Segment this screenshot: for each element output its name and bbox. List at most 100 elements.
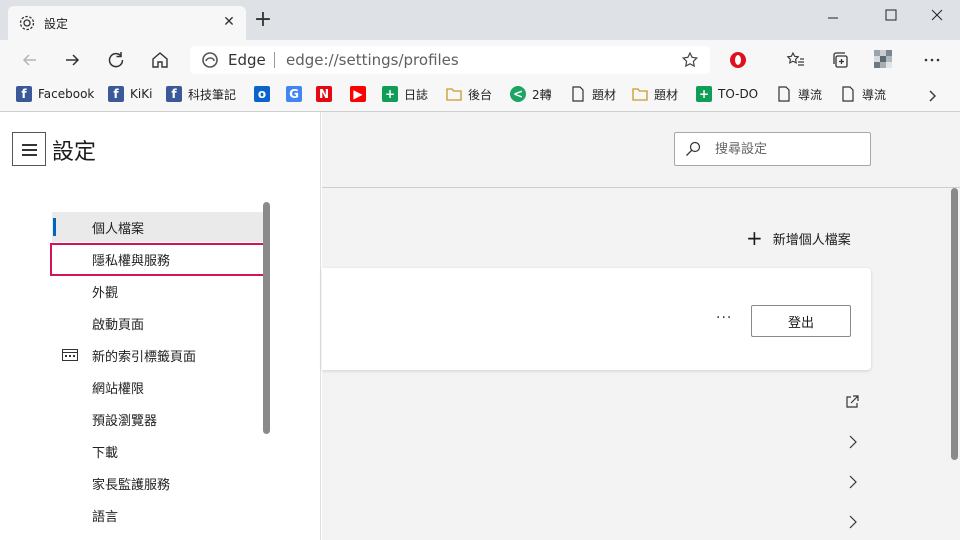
- bookmark-item[interactable]: 後台: [446, 83, 492, 105]
- url-text[interactable]: edge://settings/profiles: [286, 51, 459, 69]
- plus-icon: +: [746, 226, 763, 250]
- sidebar-item-label: 個人檔案: [92, 221, 145, 237]
- gear-icon: [18, 14, 36, 32]
- sidebar-item-downloads[interactable]: 下載: [52, 436, 263, 466]
- external-link-icon[interactable]: [842, 392, 862, 412]
- bookmark-label: 2轉: [532, 87, 552, 102]
- opera-extension-icon[interactable]: [724, 46, 752, 74]
- tab-close-button[interactable]: ✕: [220, 13, 238, 31]
- youtube-icon: ▶: [350, 86, 366, 102]
- bookmark-label: TO-DO: [718, 87, 759, 101]
- bookmark-item[interactable]: o: [254, 83, 276, 105]
- bookmark-item[interactable]: 題材: [632, 83, 678, 105]
- facebook-icon: f: [166, 86, 182, 102]
- refresh-button[interactable]: [102, 46, 130, 74]
- bookmark-item[interactable]: N: [316, 83, 338, 105]
- bookmark-item[interactable]: ▶: [350, 83, 372, 105]
- forward-button[interactable]: [58, 46, 86, 74]
- sidebar-item-new-tab-page[interactable]: 新的索引標籤頁面: [52, 340, 263, 370]
- bookmark-label: 後台: [468, 87, 493, 102]
- favorites-icon[interactable]: [782, 46, 810, 74]
- sidebar-item-label: 新的索引標籤頁面: [92, 349, 197, 365]
- chevron-right-icon[interactable]: [842, 512, 862, 532]
- sidebar-item-profiles[interactable]: 個人檔案: [52, 212, 263, 242]
- omnibox-separator: [274, 52, 275, 68]
- add-profile-label: 新增個人檔案: [772, 232, 851, 248]
- translate-icon: G: [286, 86, 302, 102]
- bookmark-item[interactable]: f 科技筆記: [166, 83, 236, 105]
- window-close-button[interactable]: [922, 4, 952, 28]
- sidebar-item-default-browser[interactable]: 預設瀏覽器: [52, 404, 263, 434]
- profile-avatar[interactable]: [870, 46, 898, 74]
- page-title: 設定: [52, 140, 97, 165]
- bookmark-label: 科技筆記: [188, 87, 237, 102]
- sidebar-item-languages[interactable]: 語言: [52, 500, 263, 530]
- new-tab-button[interactable]: +: [252, 9, 274, 32]
- minimize-button[interactable]: [818, 4, 848, 28]
- sidebar-scrollbar[interactable]: [263, 202, 270, 434]
- sidebar-item-label: 語言: [92, 509, 119, 525]
- sidebar-item-label: 外觀: [92, 285, 119, 301]
- sidebar-item-label: 家長監護服務: [92, 477, 171, 493]
- bookmark-item[interactable]: 導流: [840, 83, 886, 105]
- tab-settings[interactable]: 設定 ✕: [8, 6, 246, 40]
- tab-title: 設定: [44, 17, 69, 31]
- more-menu-icon[interactable]: [918, 46, 946, 74]
- bookmark-item[interactable]: G: [286, 83, 308, 105]
- edge-icon: [202, 52, 218, 68]
- bookmark-item[interactable]: f Facebook: [16, 83, 94, 105]
- bookmark-item[interactable]: 題材: [570, 83, 616, 105]
- hamburger-menu-button[interactable]: [12, 132, 46, 166]
- share-icon: <: [510, 86, 526, 102]
- page-icon: [776, 86, 792, 102]
- add-profile-button[interactable]: + 新增個人檔案: [746, 228, 851, 248]
- facebook-icon: f: [108, 86, 124, 102]
- netflix-icon: N: [316, 86, 332, 102]
- facebook-icon: f: [16, 86, 32, 102]
- sheets-icon: +: [696, 86, 712, 102]
- bookmark-item[interactable]: 導流: [776, 83, 822, 105]
- chevron-right-icon[interactable]: [842, 472, 862, 492]
- bookmark-item[interactable]: + 日誌: [382, 83, 428, 105]
- back-button[interactable]: [16, 46, 44, 74]
- search-input[interactable]: [715, 139, 865, 159]
- nav-highlight-box: [50, 243, 265, 276]
- page-icon: [570, 86, 586, 102]
- bookmark-label: KiKi: [130, 87, 153, 101]
- sidebar-item-appearance[interactable]: 外觀: [52, 276, 263, 306]
- site-label: Edge: [228, 51, 266, 69]
- bookmark-label: 導流: [798, 87, 823, 102]
- folder-icon: [446, 86, 462, 102]
- bookmark-item[interactable]: f KiKi: [108, 83, 152, 105]
- folder-icon: [632, 86, 648, 102]
- page-icon: [840, 86, 856, 102]
- favorite-star-icon[interactable]: [680, 50, 700, 70]
- new-tab-page-icon: [62, 349, 78, 361]
- chevron-right-icon[interactable]: [842, 432, 862, 452]
- sidebar-item-label: 啟動頁面: [92, 317, 145, 333]
- bookmark-item[interactable]: <2轉: [510, 83, 552, 105]
- sheets-icon: +: [382, 86, 398, 102]
- sidebar-item-startup[interactable]: 啟動頁面: [52, 308, 263, 338]
- sidebar-item-label: 網站權限: [92, 381, 145, 397]
- bookmark-label: 題材: [592, 87, 617, 102]
- bookmark-item[interactable]: + TO-DO: [696, 83, 758, 105]
- search-icon: [685, 141, 701, 157]
- bookmark-label: Facebook: [38, 87, 95, 101]
- sidebar-item-family-safety[interactable]: 家長監護服務: [52, 468, 263, 498]
- search-settings-field[interactable]: [674, 132, 871, 166]
- bookmark-label: 導流: [862, 87, 887, 102]
- home-button[interactable]: [146, 46, 174, 74]
- bookmark-label: 日誌: [404, 87, 429, 102]
- active-indicator: [53, 218, 56, 236]
- bookmarks-overflow-chevron-icon[interactable]: [918, 80, 946, 112]
- bookmark-label: 題材: [654, 87, 679, 102]
- collections-icon[interactable]: [827, 46, 855, 74]
- main-scrollbar[interactable]: [951, 188, 958, 460]
- sign-out-button[interactable]: 登出: [751, 305, 851, 337]
- maximize-button[interactable]: [876, 4, 906, 28]
- sidebar-item-site-permissions[interactable]: 網站權限: [52, 372, 263, 402]
- profile-more-button[interactable]: ···: [716, 310, 736, 330]
- address-bar[interactable]: Edge edge://settings/profiles: [190, 46, 710, 74]
- sidebar-item-label: 預設瀏覽器: [92, 413, 158, 429]
